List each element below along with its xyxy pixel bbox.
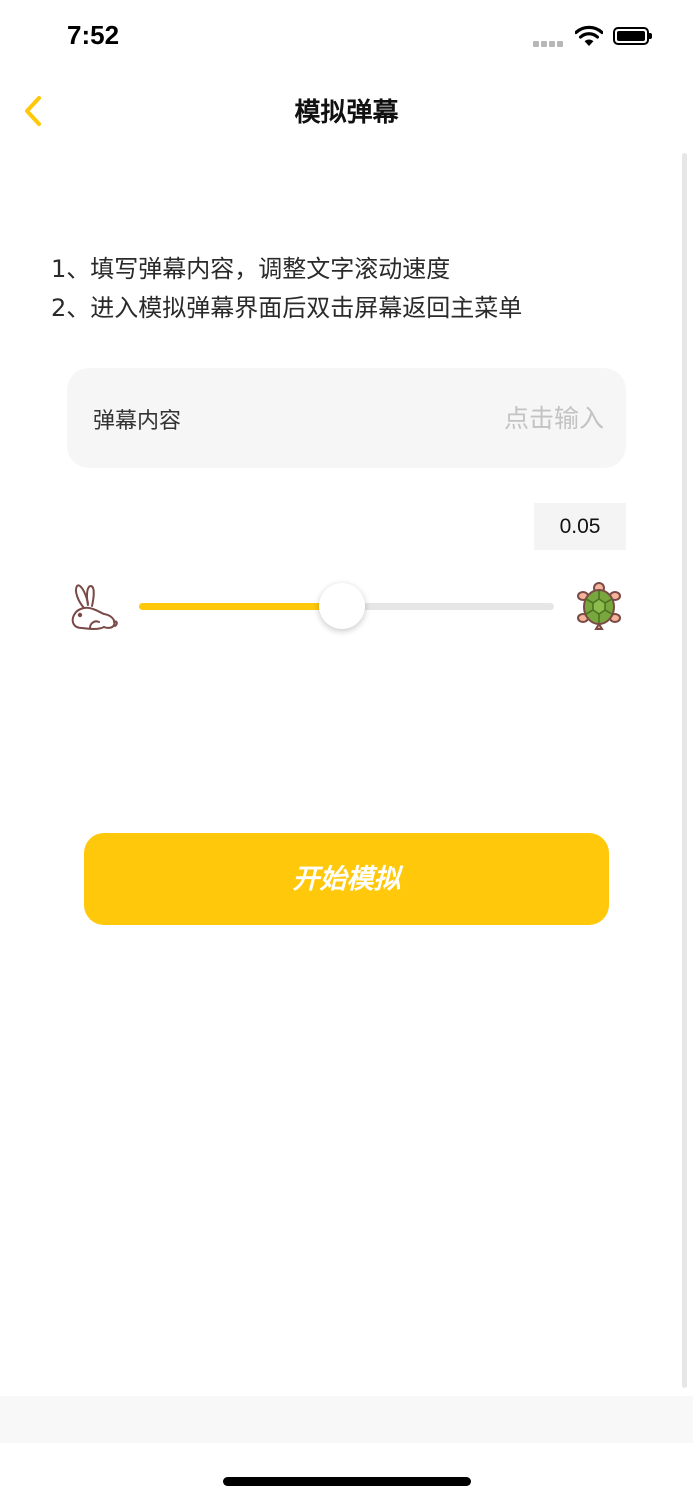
page-title: 模拟弹幕 bbox=[294, 98, 399, 128]
speed-value: 0.05 bbox=[534, 503, 626, 550]
start-simulation-button[interactable]: 开始模拟 bbox=[84, 833, 609, 925]
bottom-bar bbox=[0, 1396, 693, 1443]
battery-icon bbox=[613, 27, 652, 45]
navigation-bar: 模拟弹幕 bbox=[0, 76, 693, 146]
rabbit-icon bbox=[71, 584, 118, 630]
wifi-icon bbox=[575, 25, 603, 46]
scrollbar[interactable] bbox=[682, 153, 687, 1388]
content-input-card[interactable]: 弹幕内容 bbox=[67, 368, 626, 468]
instruction-line: 1、填写弹幕内容，调整文字滚动速度 bbox=[51, 255, 451, 283]
status-time: 7:52 bbox=[67, 20, 120, 50]
status-bar: 7:52 bbox=[0, 0, 693, 76]
turtle-icon bbox=[577, 582, 621, 630]
instructions: 1、填写弹幕内容，调整文字滚动速度 2、进入模拟弹幕界面后双击屏幕返回主菜单 bbox=[51, 250, 522, 328]
content-input-label: 弹幕内容 bbox=[93, 409, 182, 434]
speed-slider-fill bbox=[139, 603, 343, 610]
content-input[interactable] bbox=[354, 393, 604, 443]
speed-slider-thumb[interactable] bbox=[319, 583, 366, 629]
home-indicator[interactable] bbox=[223, 1477, 471, 1486]
instruction-line: 2、进入模拟弹幕界面后双击屏幕返回主菜单 bbox=[51, 294, 523, 322]
cellular-signal-icon bbox=[533, 41, 565, 47]
